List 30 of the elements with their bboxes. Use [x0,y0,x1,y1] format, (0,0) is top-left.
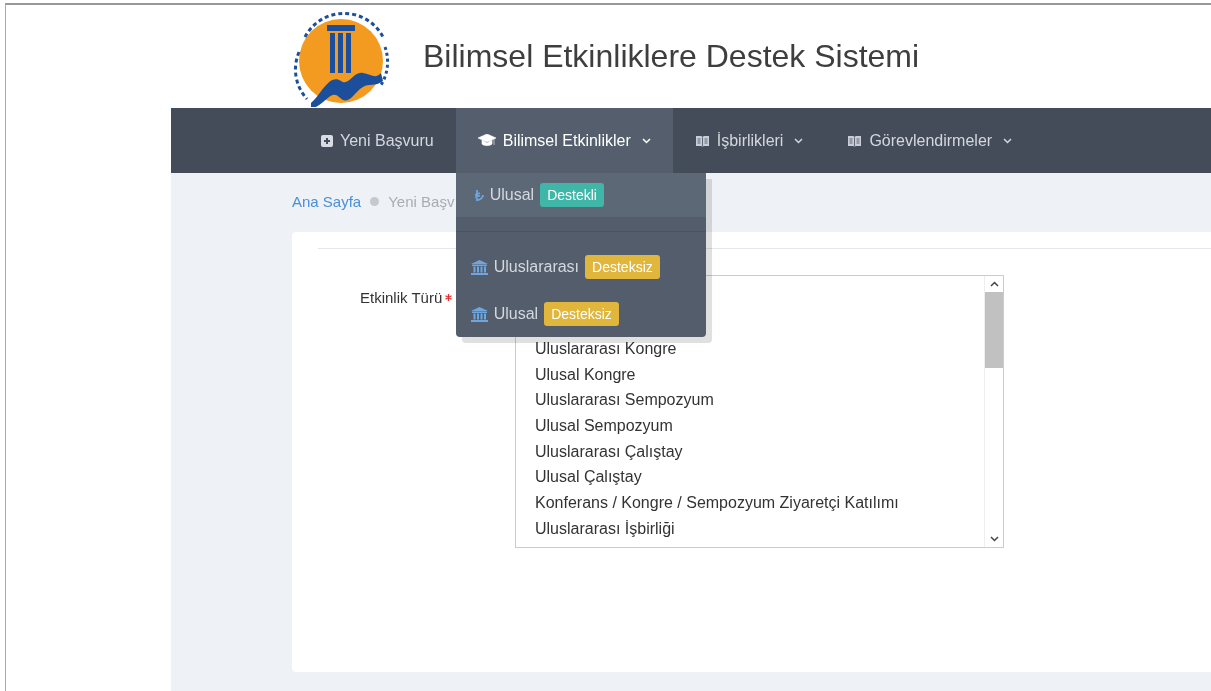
field-label: Etkinlik Türü [360,289,443,306]
scrollbar[interactable] [984,276,1003,547]
graduation-cap-icon [477,134,496,147]
nav-tab[interactable]: İşbirlikleri [672,108,826,173]
status-badge: Destekli [540,183,604,207]
site-title: Bilimsel Etkinliklere Destek Sistemi [423,38,920,75]
scroll-up-icon[interactable] [989,281,999,287]
book-icon [694,134,710,147]
list-option[interactable]: Konferans / Kongre / Sempozyum Ziyaretçi Katılımı [535,490,984,516]
list-option[interactable]: Uluslararası Çalıştay [535,438,984,465]
bank-icon [470,306,488,322]
list-option[interactable]: Ulusal Çalıştay [535,464,984,491]
plus-square-icon [321,134,333,147]
list-option[interactable]: Uluslararası İşbirliği [535,515,984,542]
breadcrumb-current: Yeni Başv [388,193,455,210]
book-icon [847,134,863,147]
lira-icon [473,189,484,201]
bank-icon [470,259,488,275]
list-option[interactable]: Ulusal Sempozyum [535,413,984,439]
required-asterisk-icon [445,294,453,301]
nav-tab[interactable]: Görevlendirmeler [825,108,1035,173]
scroll-down-icon[interactable] [989,536,999,542]
nav-tab[interactable]: Yeni Başvuru [299,108,456,173]
list-option[interactable]: Uluslararası Sempozyum [535,387,984,414]
status-badge: Desteksiz [585,255,660,279]
list-option[interactable]: Uluslararası Kongre [535,336,984,362]
menu-item[interactable]: Ulusal Destekli [455,173,706,217]
separator-dot-icon [370,197,380,206]
list-option[interactable]: Ulusal Kongre [535,361,984,388]
status-badge: Desteksiz [544,302,619,326]
